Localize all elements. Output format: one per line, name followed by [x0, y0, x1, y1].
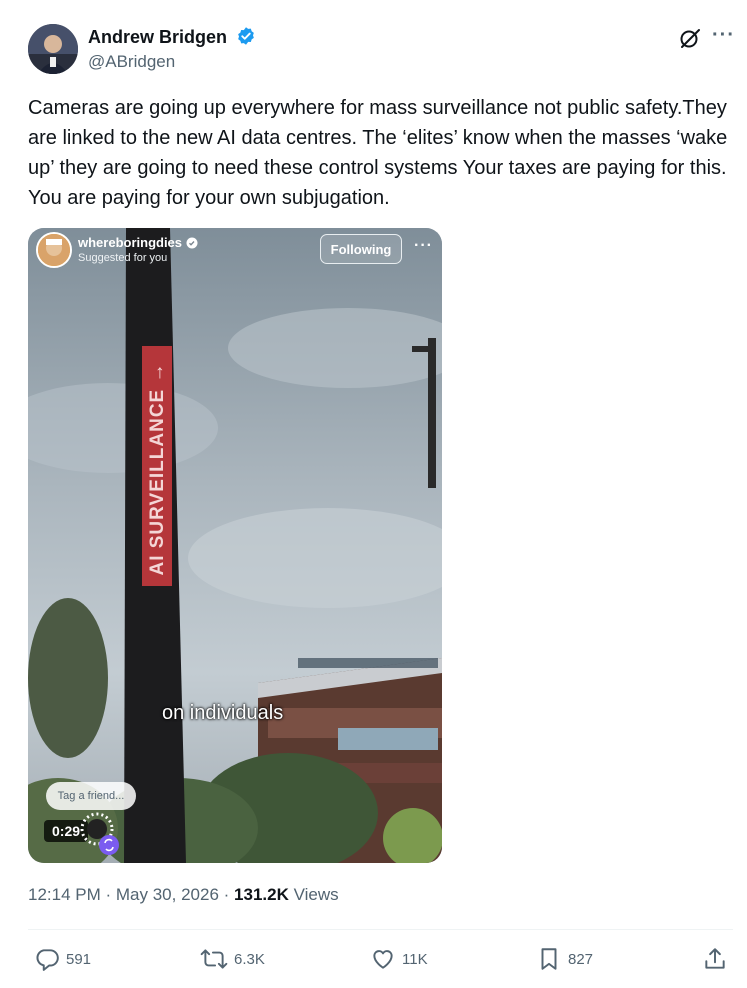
post-text: Cameras are going up everywhere for mass…	[28, 97, 728, 209]
meta-separator: ·	[105, 885, 116, 904]
tag-friend-bubble[interactable]: Tag a friend...	[46, 782, 136, 810]
share-button[interactable]	[702, 942, 728, 976]
like-count: 11K	[402, 950, 428, 968]
repost-count: 6.3K	[234, 950, 265, 968]
divider	[28, 929, 733, 930]
video-more-icon[interactable]: ···	[414, 237, 433, 255]
meta-separator: ·	[223, 885, 235, 904]
repost-badge-icon	[98, 834, 120, 861]
video-frame	[28, 228, 442, 863]
bookmark-count: 827	[568, 950, 594, 968]
share-icon	[705, 948, 725, 969]
author-handle[interactable]: @ABridgen	[88, 52, 175, 72]
author-avatar[interactable]	[28, 24, 78, 74]
more-options-icon[interactable]: ···	[712, 24, 735, 47]
video-account-avatar[interactable]	[36, 232, 72, 268]
reply-count: 591	[66, 950, 92, 968]
post-date[interactable]: May 30, 2026	[116, 885, 219, 904]
bookmark-button[interactable]: 827	[536, 942, 593, 976]
heart-icon	[373, 950, 393, 969]
author-name[interactable]: Andrew Bridgen	[88, 27, 227, 47]
video-account-avatar-image	[38, 234, 70, 266]
pole-sign-text: AI SURVEILLANCE →	[147, 362, 168, 576]
bookmark-icon	[541, 948, 557, 970]
post-time[interactable]: 12:14 PM	[28, 885, 101, 904]
repost-button[interactable]: 6.3K	[200, 942, 265, 976]
reply-button[interactable]: 591	[34, 942, 91, 976]
like-button[interactable]: 11K	[370, 942, 428, 976]
video-following-button[interactable]: Following	[320, 234, 402, 264]
repost-icon	[200, 949, 228, 969]
views-label: Views	[293, 885, 339, 904]
avatar-photo	[28, 24, 78, 74]
verified-badge-icon	[238, 27, 254, 45]
reply-icon	[36, 949, 59, 971]
action-bar: 591 6.3K 11K 827	[28, 942, 733, 976]
video-caption: on individuals	[162, 702, 284, 724]
post-meta: 12:14 PM · May 30, 2026 · 131.2K Views	[28, 885, 339, 905]
video-account-name-row[interactable]: whereboringdies	[78, 235, 198, 250]
video-account-name[interactable]: whereboringdies	[78, 235, 182, 250]
video-verified-icon	[186, 237, 198, 248]
grok-icon[interactable]	[678, 26, 702, 50]
author-name-row[interactable]: Andrew Bridgen	[88, 26, 256, 48]
views-count: 131.2K	[234, 885, 289, 904]
embedded-video[interactable]: AI SURVEILLANCE → whereboringdies Sugges…	[28, 228, 442, 863]
video-suggested-label: Suggested for you	[78, 252, 168, 264]
